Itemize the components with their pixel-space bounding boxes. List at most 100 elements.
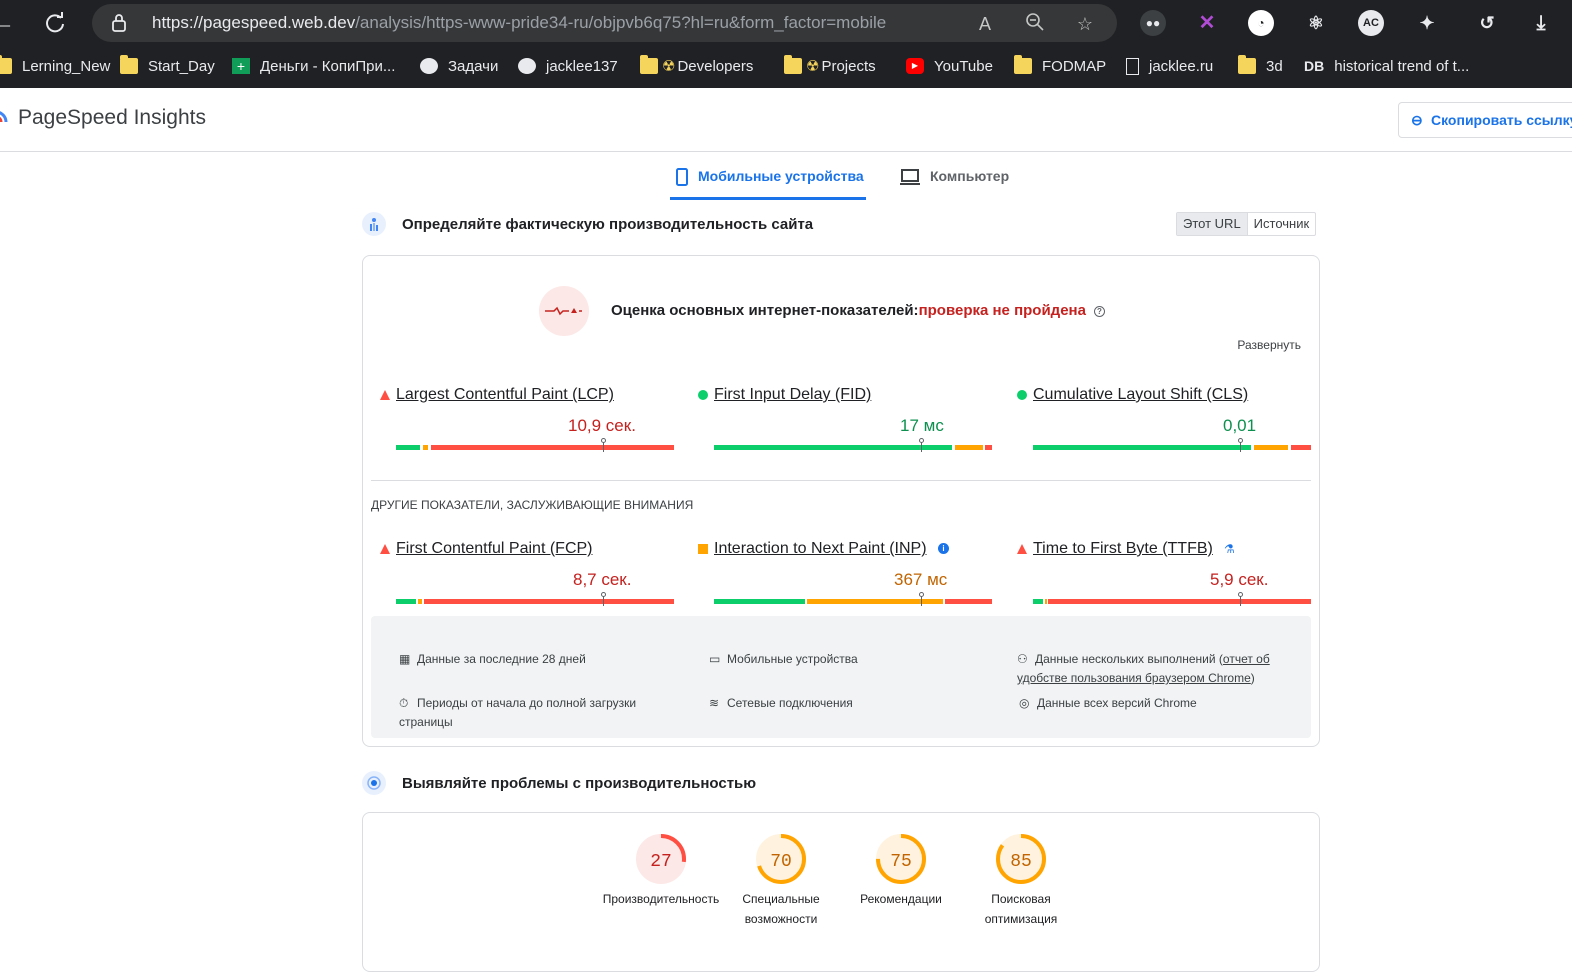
bar-good [1033, 445, 1251, 450]
field-data-card: Оценка основных интернет-показателей:про… [362, 255, 1320, 747]
bar-average [418, 599, 422, 604]
this-url-button[interactable]: Этот URL [1177, 213, 1248, 235]
distribution-bar [396, 599, 674, 604]
metric-lcp: Largest Contentful Paint (LCP) 10,9 сек. [380, 386, 676, 466]
p75-marker [921, 596, 922, 606]
youtube-icon: ▶ [906, 58, 924, 74]
p75-marker [921, 442, 922, 452]
extension-ac-icon[interactable]: AC [1358, 10, 1384, 36]
address-bar[interactable]: https://pagespeed.web.dev/analysis/https… [92, 4, 1117, 42]
folder-icon [0, 55, 12, 74]
metric-value: 5,9 сек. [1210, 570, 1269, 589]
copy-link-button[interactable]: ⊖ Скопировать ссылку [1398, 102, 1572, 138]
github-icon [518, 58, 536, 74]
bookmark-item[interactable]: jacklee137 [518, 55, 618, 77]
score-seo[interactable]: 85 Поисковая оптимизация [961, 833, 1081, 943]
bookmark-item[interactable]: 3d [1238, 55, 1283, 77]
bookmark-item[interactable]: ▶ YouTube [906, 55, 993, 77]
bookmark-item[interactable]: + Деньги - КопиПри... [232, 55, 395, 77]
bar-average [423, 445, 428, 450]
extension-clock-icon[interactable]: ◔ [1248, 10, 1274, 36]
url-text[interactable]: https://pagespeed.web.dev/analysis/https… [152, 13, 886, 33]
metric-fcp: First Contentful Paint (FCP) 8,7 сек. [380, 540, 676, 620]
folder-icon [784, 55, 802, 74]
info-multi: ⚇ Данные нескольких выполнений (отчет об у… [1017, 652, 1270, 685]
info-chrome: ◎ Данные всех версий Chrome [1019, 694, 1197, 713]
metric-inp: Interaction to Next Paint (INP) i 367 мс [698, 540, 994, 620]
svg-text:85: 85 [1010, 852, 1032, 872]
crux-link[interactable]: отчет об [1223, 652, 1270, 666]
score-best-practices[interactable]: 75 Рекомендации [841, 833, 961, 943]
bookmark-item[interactable]: FODMAP [1014, 55, 1106, 77]
reload-icon[interactable] [40, 8, 70, 38]
p75-pin [1238, 592, 1243, 597]
read-aloud-icon[interactable]: A [974, 13, 996, 35]
svg-text:27: 27 [650, 852, 672, 872]
gauge-ring: 75 [876, 834, 926, 884]
bar-poor [1048, 599, 1311, 604]
metric-name[interactable]: Cumulative Layout Shift (CLS) [1033, 386, 1248, 404]
bookmark-item[interactable]: Задачи [420, 55, 498, 77]
history-icon[interactable]: ↺ [1474, 10, 1500, 36]
lab-data-heading: Выявляйте проблемы с производительностью [362, 769, 756, 797]
p75-pin [919, 438, 924, 443]
poor-indicator-icon [380, 390, 390, 400]
folder-icon [120, 55, 138, 74]
lock-icon[interactable] [112, 14, 126, 32]
info-device: ▭ Мобильные устройства [709, 650, 858, 669]
crux-link-2[interactable]: удобстве пользования браузером Chrome [1017, 671, 1251, 685]
bookmark-item[interactable]: DB historical trend of t... [1304, 55, 1469, 77]
metric-name[interactable]: First Contentful Paint (FCP) [396, 540, 593, 558]
divider [371, 480, 1311, 481]
devices-icon: ▭ [709, 652, 721, 666]
bookmark-item[interactable]: ☢ Developers [640, 55, 753, 77]
p75-marker [603, 596, 604, 606]
radiation-icon: ☢ [806, 58, 820, 75]
tab-desktop[interactable]: Компьютер [900, 160, 1009, 200]
download-icon[interactable]: ⤓ [1528, 10, 1554, 36]
zoom-icon[interactable] [1024, 13, 1046, 35]
extension-react-icon[interactable]: ⚛ [1303, 10, 1329, 36]
extensions-puzzle-icon[interactable]: ✦ [1414, 10, 1440, 36]
gauge-ring: 70 [756, 834, 806, 884]
score-accessibility[interactable]: 70 Специальные возможности [721, 833, 841, 943]
metric-value: 0,01 [1223, 416, 1257, 435]
lab-data-card: 27 Производительность 70 Специальные возм… [362, 812, 1320, 972]
tasks-icon [420, 58, 438, 74]
extension-x-icon[interactable]: ✕ [1194, 10, 1220, 36]
favorite-star-icon[interactable]: ☆ [1074, 13, 1096, 35]
people-icon [362, 212, 386, 236]
tab-mobile[interactable]: Мобильные устройства [670, 160, 866, 200]
link-icon: ⊖ [1411, 112, 1423, 128]
help-icon[interactable]: ? [1093, 305, 1105, 317]
bookmark-item[interactable]: ☢ Projects [784, 55, 876, 77]
bar-good [396, 445, 420, 450]
bookmark-item[interactable]: Lerning_New [0, 55, 110, 77]
metric-name[interactable]: Largest Contentful Paint (LCP) [396, 386, 614, 404]
metric-fid: First Input Delay (FID) 17 мс [698, 386, 994, 466]
field-data-heading: Определяйте фактическую производительнос… [362, 210, 813, 238]
psi-header: PageSpeed Insights ⊖ Скопировать ссылку [0, 88, 1572, 152]
info-network: ≋ Сетевые подключения [709, 694, 853, 713]
expand-button[interactable]: Развернуть [1237, 338, 1301, 352]
info-icon[interactable]: i [938, 543, 949, 554]
pagespeed-logo-icon [0, 111, 8, 123]
url-origin-toggle: Этот URL Источник [1176, 212, 1317, 236]
folder-icon [640, 55, 658, 74]
bookmark-item[interactable]: jacklee.ru [1126, 55, 1213, 77]
score-performance[interactable]: 27 Производительность [601, 833, 721, 943]
metric-value: 17 мс [900, 416, 944, 435]
bar-average [1045, 599, 1047, 604]
bar-poor [945, 599, 992, 604]
metric-value: 367 мс [894, 570, 948, 589]
metric-name[interactable]: Interaction to Next Paint (INP) [714, 540, 927, 558]
bookmark-item[interactable]: Start_Day [120, 55, 215, 77]
metric-name[interactable]: Time to First Byte (TTFB) [1033, 540, 1213, 558]
extension-spy-icon[interactable]: ●● [1140, 10, 1166, 36]
origin-button[interactable]: Источник [1248, 213, 1316, 235]
good-indicator-icon [1017, 390, 1027, 400]
back-icon[interactable]: ← [0, 8, 18, 38]
experimental-flask-icon[interactable]: ⚗ [1224, 542, 1235, 556]
metric-name[interactable]: First Input Delay (FID) [714, 386, 871, 404]
p75-pin [1238, 438, 1243, 443]
